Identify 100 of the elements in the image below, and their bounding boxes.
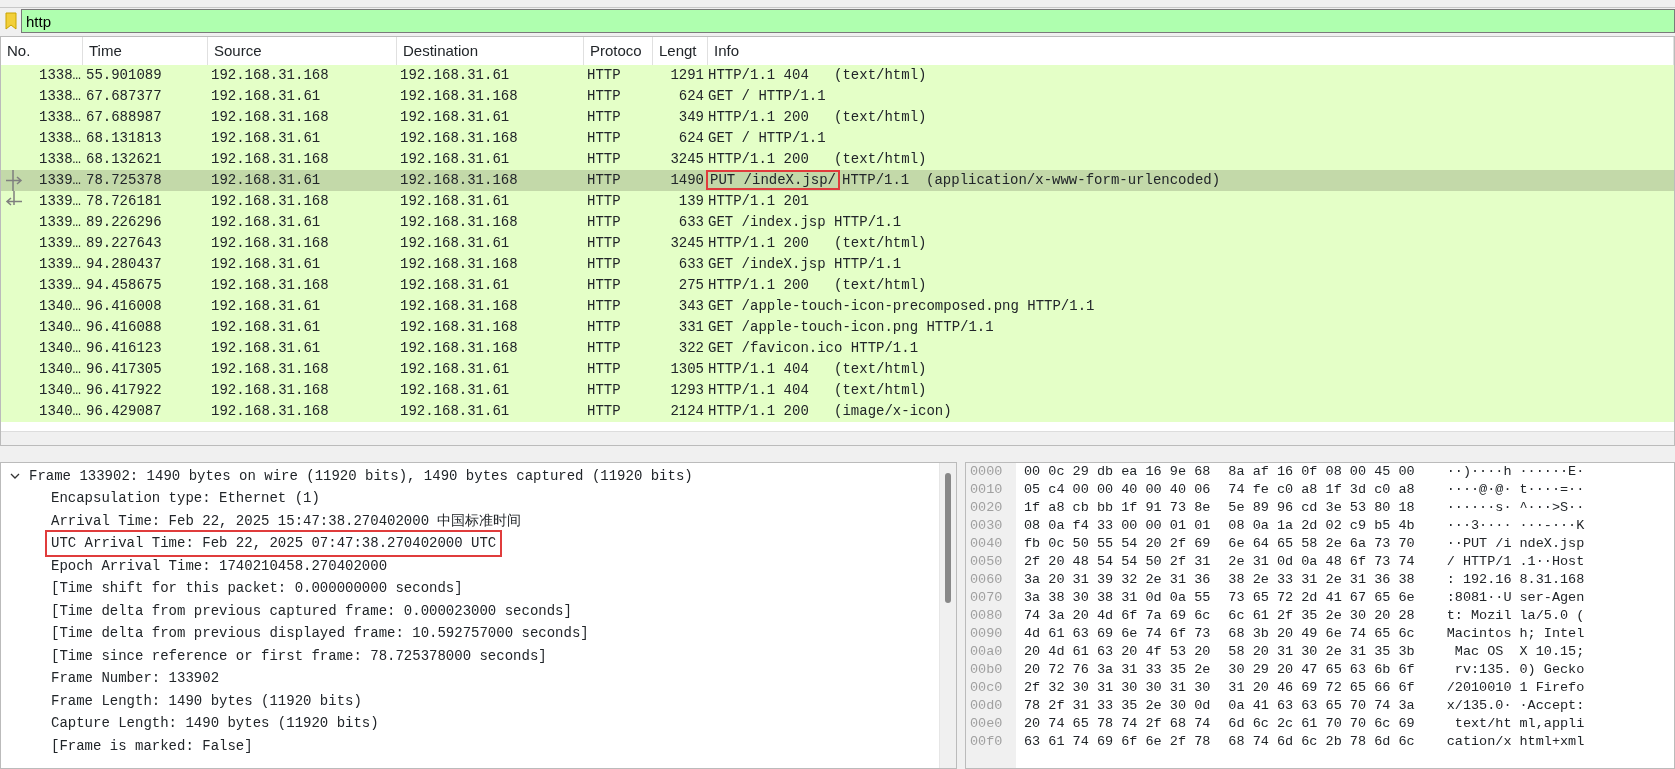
column-header[interactable]: Lengt [659,39,697,63]
hex-bytes: 3a 20 31 39 32 2e 31 36 [1024,570,1211,589]
packet-row[interactable]: 1339… 89.227643 192.168.31.168 192.168.31.61 HTTP 3245 HTTP/1.1 200 (text/html) [1,233,1674,254]
packet-row[interactable]: 1339… 78.725378 192.168.31.61 192.168.31.168 HTTP 1490 PUT /indeX.jsp/ HTTP/1.1 (application/x-www-form-urlencoded) [1,170,1674,191]
table-cell: HTTP [587,88,621,104]
tree-item[interactable]: [Time delta from previous displayed frame: 10.592757000 seconds] [51,623,589,645]
column-header[interactable]: Time [89,39,122,63]
packet-row[interactable]: 1340… 96.416008 192.168.31.61 192.168.31.168 HTTP 343 GET /apple-touch-icon-precomposed.png HTTP/1.1 [1,296,1674,317]
ascii-text: ···3···· [1446,516,1512,535]
column-header[interactable]: Source [214,39,262,63]
packet-row[interactable]: 1339… 94.280437 192.168.31.61 192.168.31.168 HTTP 633 GET /indeX.jsp HTTP/1.1 [1,254,1674,275]
highlighted-field[interactable]: UTC Arrival Time: Feb 22, 2025 07:47:38.270402000 UTC [47,532,501,556]
packet-row[interactable]: 1340… 96.416088 192.168.31.61 192.168.31.168 HTTP 331 GET /apple-touch-icon.png HTTP/1.1 [1,317,1674,338]
table-cell: 89.226296 [86,214,162,230]
column-header[interactable]: Destination [403,39,479,63]
tree-item[interactable]: Epoch Arrival Time: 1740210458.270402000 [51,555,388,577]
table-cell: 192.168.31.61 [400,277,510,293]
tree-item[interactable]: Frame Length: 1490 bytes (11920 bits) [51,690,362,712]
bookmark-icon[interactable] [5,12,17,30]
table-cell: 192.168.31.61 [400,235,510,251]
hex-bytes: 3a 38 30 38 31 0d 0a 55 [1024,588,1211,607]
table-cell: HTTP [587,172,621,188]
tree-item[interactable]: Frame Number: 133902 [51,668,220,690]
display-filter-field[interactable]: http [21,9,1675,33]
table-cell: 3245 [670,151,704,167]
packet-row[interactable]: 1338… 68.131813 192.168.31.61 192.168.31.168 HTTP 624 GET / HTTP/1.1 [1,128,1674,149]
ascii-text: text/ht [1453,714,1512,733]
table-cell: GET / HTTP/1.1 [708,88,826,104]
hex-bytes: 2f 20 48 54 54 50 2f 31 [1024,552,1211,571]
table-cell: 343 [678,298,704,314]
ascii-text: X 10.15; [1519,642,1585,661]
ascii-text: : 192.16 [1446,570,1512,589]
table-cell: HTTP/1.1 200 (text/html) [708,277,927,293]
table-cell: GET /index.jsp HTTP/1.1 [708,214,902,230]
table-cell: HTTP [587,340,621,356]
packet-row[interactable]: 1338… 67.687377 192.168.31.61 192.168.31.168 HTTP 624 GET / HTTP/1.1 [1,86,1674,107]
column-header[interactable]: Protoco [590,39,642,63]
hex-bytes: 08 0a f4 33 00 00 01 01 [1024,516,1211,535]
column-header[interactable]: Info [714,39,740,63]
hex-bytes: 2f 32 30 31 30 30 31 30 [1024,678,1211,697]
table-cell: 192.168.31.61 [211,319,321,335]
table-cell-text: 1338… [39,108,81,127]
column-header[interactable]: No. [7,39,31,63]
hex-bytes: 00 0c 29 db ea 16 9e 68 [1024,463,1211,481]
packet-row[interactable]: 1340… 96.417922 192.168.31.168 192.168.31.61 HTTP 1293 HTTP/1.1 404 (text/html) [1,380,1674,401]
packet-row[interactable]: 1339… 94.458675 192.168.31.168 192.168.31.61 HTTP 275 HTTP/1.1 200 (text/html) [1,275,1674,296]
table-cell: GET /apple-touch-icon.png HTTP/1.1 [708,319,994,335]
scrollbar[interactable] [939,463,956,768]
table-cell: 96.416123 [86,340,162,356]
offset-label: 0010 [970,480,1003,499]
hex-bytes: 38 2e 33 31 2e 31 36 38 [1228,570,1415,589]
table-cell: 68.132621 [86,151,162,167]
packet-row[interactable]: 1339… 78.726181 192.168.31.168 192.168.31.61 HTTP 139 HTTP/1.1 201 [1,191,1674,212]
hex-bytes: 73 65 72 2d 41 67 65 6e [1228,588,1415,607]
hex-bytes: 6d 6c 2c 61 70 70 6c 69 [1228,714,1415,733]
packet-row[interactable]: 1340… 96.417305 192.168.31.168 192.168.31.61 HTTP 1305 HTTP/1.1 404 (text/html) [1,359,1674,380]
table-cell: 192.168.31.168 [400,130,518,146]
offset-label: 0070 [970,588,1003,607]
ascii-text: Mac OS [1453,642,1505,661]
hex-bytes: 6c 61 2f 35 2e 30 20 28 [1228,606,1415,625]
offset-label: 00a0 [970,642,1003,661]
table-cell: 192.168.31.61 [400,361,510,377]
table-cell: HTTP [587,277,621,293]
table-cell: 192.168.31.168 [211,193,329,209]
table-cell: HTTP [587,382,621,398]
hex-bytes: 31 20 46 69 72 65 66 6f [1228,678,1415,697]
table-cell: 1490 [670,172,704,188]
table-cell-text: 1340… [39,402,81,421]
packet-row[interactable]: 1338… 55.901089 192.168.31.168 192.168.31.61 HTTP 1291 HTTP/1.1 404 (text/html) [1,65,1674,86]
tree-item[interactable]: Frame 133902: 1490 bytes on wire (11920 bits), 1490 bytes captured (11920 bits) [29,465,693,487]
table-cell: HTTP [587,403,621,419]
table-cell: 624 [678,88,704,104]
table-cell: HTTP [587,235,621,251]
offset-label: 0090 [970,624,1003,643]
tree-item[interactable]: [Time delta from previous captured frame: 0.000023000 seconds] [51,600,572,622]
tree-item[interactable]: [Frame is marked: False] [51,735,253,757]
table-cell-text: 1340… [39,381,81,400]
table-cell: HTTP/1.1 200 (image/x-icon) [708,403,952,419]
horizontal-scrollbar[interactable] [1,431,1674,445]
tree-item[interactable]: Capture Length: 1490 bytes (11920 bits) [51,713,379,735]
ascii-text: 8.31.168 [1519,570,1585,589]
table-cell: HTTP [587,256,621,272]
hex-bytes: 58 20 31 30 2e 31 35 3b [1228,642,1415,661]
table-cell: 624 [678,130,704,146]
table-cell: 94.458675 [86,277,162,293]
table-cell: HTTP [587,361,621,377]
table-cell: HTTP [587,298,621,314]
packet-row[interactable]: 1340… 96.429087 192.168.31.168 192.168.31.61 HTTP 2124 HTTP/1.1 200 (image/x-icon) [1,401,1674,422]
table-cell: 633 [678,256,704,272]
table-cell: 192.168.31.61 [211,130,321,146]
ascii-text: la/5.0 ( [1519,606,1585,625]
tree-item[interactable]: Encapsulation type: Ethernet (1) [51,488,320,510]
tree-item[interactable]: [Time since reference or first frame: 78.725378000 seconds] [51,645,547,667]
packet-row[interactable]: 1338… 68.132621 192.168.31.168 192.168.31.61 HTTP 3245 HTTP/1.1 200 (text/html) [1,149,1674,170]
ascii-text: 1 Firefo [1519,678,1585,697]
packet-row[interactable]: 1339… 89.226296 192.168.31.61 192.168.31.168 HTTP 633 GET /index.jsp HTTP/1.1 [1,212,1674,233]
packet-row[interactable]: 1340… 96.416123 192.168.31.61 192.168.31.168 HTTP 322 GET /favicon.ico HTTP/1.1 [1,338,1674,359]
tree-item[interactable]: Arrival Time: Feb 22, 2025 15:47:38.270402000 中国标准时间 [51,510,522,532]
tree-item[interactable]: [Time shift for this packet: 0.000000000 seconds] [51,578,463,600]
packet-row[interactable]: 1338… 67.688987 192.168.31.168 192.168.31.61 HTTP 349 HTTP/1.1 200 (text/html) [1,107,1674,128]
